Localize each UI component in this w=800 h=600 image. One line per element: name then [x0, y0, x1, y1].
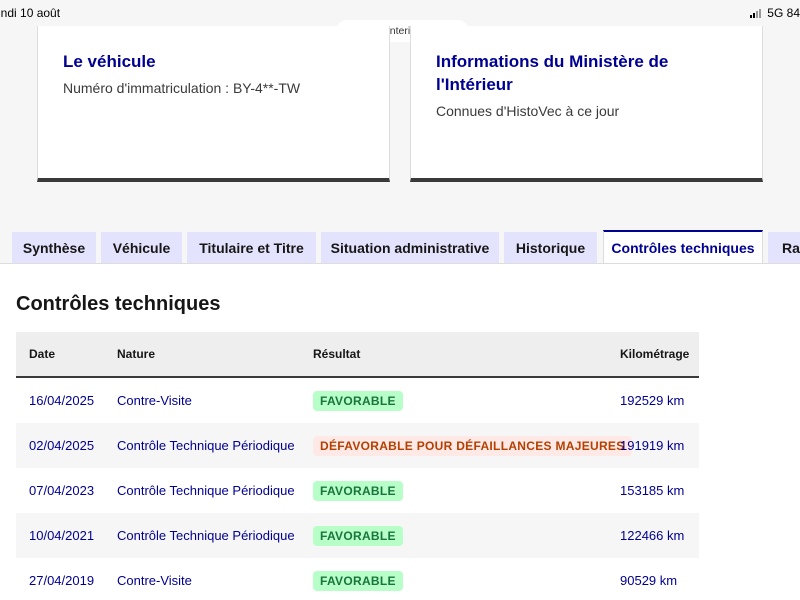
vehicle-card-title[interactable]: Le véhicule	[63, 50, 156, 73]
row-km: 153185 km	[620, 483, 685, 498]
row-result: FAVORABLE	[313, 558, 403, 600]
table-row: 07/04/2023 Contrôle Technique Périodique…	[16, 468, 699, 513]
column-header-result: Résultat	[313, 347, 361, 361]
tab-panel: Contrôles techniques Date Nature Résulta…	[0, 263, 800, 600]
tab-controles-techniques[interactable]: Contrôles techniques	[603, 230, 763, 264]
column-header-nature: Nature	[117, 347, 156, 361]
row-nature: Contre-Visite	[117, 393, 192, 408]
result-badge: FAVORABLE	[313, 525, 403, 546]
status-bar: undi 10 août histovec.interieur.gouv.fr …	[0, 0, 800, 42]
row-nature: Contrôle Technique Périodique	[117, 483, 295, 498]
row-result: FAVORABLE	[313, 468, 403, 513]
table-row: 02/04/2025 Contrôle Technique Périodique…	[16, 423, 699, 468]
row-result: DÉFAVORABLE POUR DÉFAILLANCES MAJEURES	[313, 423, 632, 468]
tab-titulaire-titre[interactable]: Titulaire et Titre	[187, 232, 316, 264]
column-header-date: Date	[29, 347, 56, 361]
row-date: 27/04/2019	[29, 573, 95, 588]
row-km: 191919 km	[620, 438, 685, 453]
result-badge: DÉFAVORABLE POUR DÉFAILLANCES MAJEURES	[313, 435, 632, 456]
ministry-card-text: Connues d'HistoVec à ce jour	[436, 103, 620, 119]
tab-vehicule[interactable]: Véhicule	[101, 232, 182, 264]
row-nature: Contre-Visite	[117, 573, 192, 588]
section-title: Contrôles techniques	[16, 293, 221, 315]
table-row: 27/04/2019 Contre-Visite FAVORABLE 90529…	[16, 558, 699, 600]
row-result: FAVORABLE	[313, 513, 403, 558]
tab-synthese[interactable]: Synthèse	[12, 232, 96, 264]
network-label: 5G 84	[767, 6, 800, 20]
result-badge: FAVORABLE	[313, 570, 403, 591]
row-date: 02/04/2025	[29, 438, 95, 453]
row-nature: Contrôle Technique Périodique	[117, 438, 295, 453]
result-badge: FAVORABLE	[313, 480, 403, 501]
row-km: 90529 km	[620, 573, 678, 588]
ministry-card-title[interactable]: Informations du Ministère de l'Intérieur	[436, 50, 736, 96]
row-nature: Contrôle Technique Périodique	[117, 528, 295, 543]
table-header: Date Nature Résultat Kilométrage	[16, 332, 699, 378]
column-header-km: Kilométrage	[620, 347, 690, 361]
table-row: 16/04/2025 Contre-Visite FAVORABLE 19252…	[16, 378, 699, 423]
tab-bar: Synthèse Véhicule Titulaire et Titre Sit…	[0, 230, 800, 264]
vehicle-card: Le véhicule Numéro d'immatriculation : B…	[37, 26, 390, 182]
row-date: 07/04/2023	[29, 483, 95, 498]
status-date: undi 10 août	[0, 6, 61, 20]
signal-icon	[750, 8, 762, 18]
row-result: FAVORABLE	[313, 378, 403, 423]
tab-rapport[interactable]: Rap	[768, 232, 800, 264]
registration-number: Numéro d'immatriculation : BY-4**-TW	[63, 80, 301, 96]
result-badge: FAVORABLE	[313, 390, 403, 411]
row-km: 192529 km	[620, 393, 685, 408]
row-date: 10/04/2021	[29, 528, 95, 543]
tab-historique[interactable]: Historique	[504, 232, 597, 264]
status-indicators: 5G 84	[750, 6, 800, 20]
tab-situation-administrative[interactable]: Situation administrative	[321, 232, 499, 264]
row-date: 16/04/2025	[29, 393, 95, 408]
row-km: 122466 km	[620, 528, 685, 543]
table-row: 10/04/2021 Contrôle Technique Périodique…	[16, 513, 699, 558]
inspections-table: Date Nature Résultat Kilométrage 16/04/2…	[16, 332, 699, 600]
ministry-card: Informations du Ministère de l'Intérieur…	[410, 26, 763, 182]
